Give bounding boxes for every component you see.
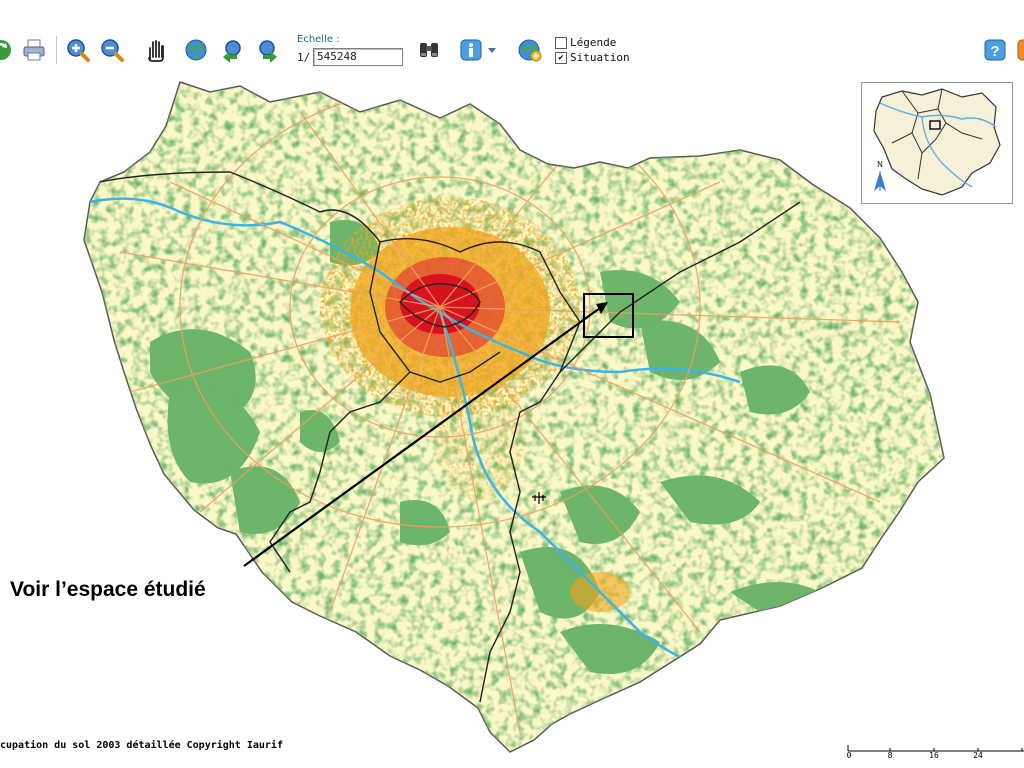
zoom-in-button[interactable] <box>63 35 93 65</box>
pan-button[interactable] <box>141 35 171 65</box>
info-dropdown-button[interactable] <box>484 35 500 65</box>
north-arrow-label: N <box>877 160 883 169</box>
map-toolbar: Echelle : 1/ 545248 Légende ✔ Situation … <box>0 30 1024 72</box>
print-button[interactable] <box>19 35 49 65</box>
refresh-icon <box>0 40 11 60</box>
zoom-in-icon <box>67 39 90 62</box>
study-area-annotation: Voir l’espace étudié <box>10 578 206 601</box>
refresh-button[interactable] <box>0 35 16 65</box>
partial-tool-icon <box>1017 39 1024 61</box>
zoom-out-icon <box>101 39 124 62</box>
pan-hand-icon <box>148 40 164 62</box>
svg-text:?: ? <box>990 43 999 60</box>
globe-full-extent-icon <box>185 39 207 61</box>
add-layer-button[interactable] <box>515 35 545 65</box>
binoculars-search-icon <box>420 43 438 57</box>
layer-legend-toggle[interactable]: Légende <box>555 36 616 49</box>
situation-checkbox-label: Situation <box>570 51 630 64</box>
zoom-out-button[interactable] <box>97 35 127 65</box>
scale-bar: 0 8 16 24 <box>846 740 1024 764</box>
legend-checkbox-label: Légende <box>570 36 617 49</box>
overview-map-drawing: N <box>873 88 1001 196</box>
scale-prefix: 1/ <box>297 51 311 64</box>
next-view-icon <box>259 40 277 63</box>
full-extent-button[interactable] <box>181 35 211 65</box>
scale-tick-label: 16 <box>929 751 939 760</box>
scale-input[interactable]: 545248 <box>313 48 403 66</box>
scale-title: Echelle : <box>297 34 340 45</box>
overview-map[interactable]: N <box>861 82 1013 204</box>
scale-tick-label: 0 <box>846 751 852 760</box>
globe-add-icon <box>518 39 542 62</box>
info-button[interactable] <box>456 35 486 65</box>
previous-view-button[interactable] <box>217 35 247 65</box>
legend-checkbox[interactable] <box>555 36 567 49</box>
print-icon <box>23 39 45 61</box>
layer-situation-toggle[interactable]: ✔ Situation <box>555 51 630 64</box>
next-view-button[interactable] <box>253 35 283 65</box>
copyright-text: cupation du sol 2003 détaillée Copyright… <box>0 740 283 751</box>
previous-view-icon <box>223 40 241 63</box>
situation-checkbox[interactable]: ✔ <box>555 51 567 64</box>
extra-toolbar-button[interactable] <box>1015 35 1024 65</box>
scale-tick-label: 8 <box>887 751 893 760</box>
info-icon <box>460 39 482 61</box>
dropdown-arrow-icon <box>488 48 496 53</box>
search-button[interactable] <box>414 35 444 65</box>
scale-tick-label: 24 <box>973 751 983 760</box>
toolbar-separator <box>56 36 57 64</box>
help-button[interactable]: ? <box>980 35 1010 65</box>
scale-control: Echelle : 1/ 545248 <box>297 34 407 68</box>
help-icon: ? <box>984 39 1006 61</box>
